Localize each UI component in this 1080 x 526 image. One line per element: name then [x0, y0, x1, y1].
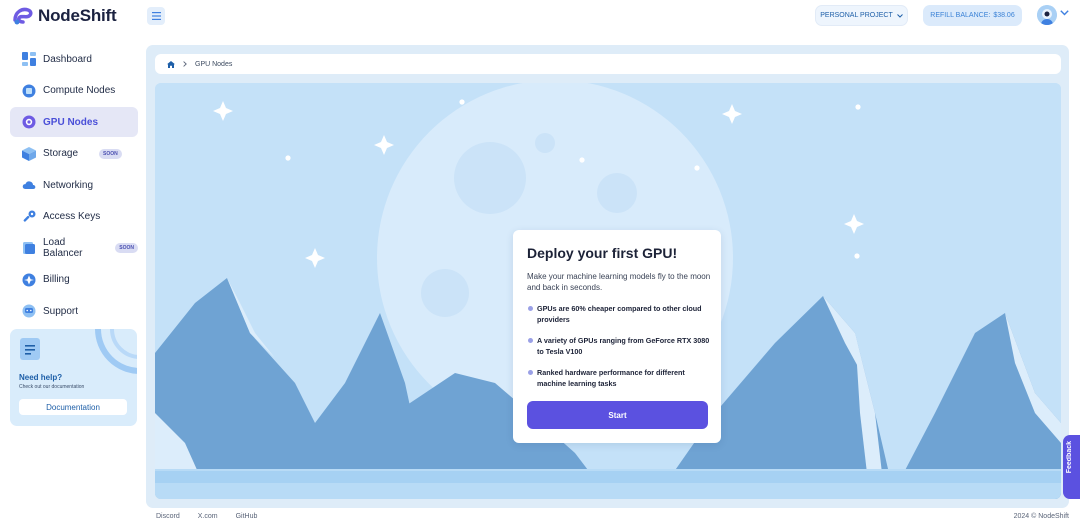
deploy-gpu-card: Deploy your first GPU! Make your machine… — [513, 230, 721, 443]
sidebar-item-label: GPU Nodes — [43, 116, 99, 128]
footer-link-discord[interactable]: Discord — [156, 513, 180, 520]
help-subtitle: Check out our documentation — [19, 384, 85, 390]
chevron-down-icon — [896, 13, 903, 18]
feature-bullet: A variety of GPUs ranging from GeForce R… — [527, 335, 711, 357]
sidebar-item-gpu-nodes[interactable]: GPU Nodes — [10, 107, 138, 137]
user-avatar-icon — [1037, 5, 1057, 25]
sidebar-item-support[interactable]: Support — [10, 296, 138, 326]
billing-coin-icon — [22, 273, 36, 286]
soon-badge: SOON — [115, 243, 138, 253]
account-chevron-down-icon[interactable] — [1060, 10, 1069, 16]
document-icon — [20, 338, 40, 360]
help-card: Need help? Check out our documentation D… — [10, 329, 137, 426]
cloud-icon — [22, 181, 36, 189]
sidebar-item-dashboard[interactable]: Dashboard — [10, 44, 138, 74]
support-chat-icon — [22, 304, 36, 318]
project-name: PERSONAL PROJECT — [820, 12, 893, 19]
hamburger-icon — [151, 12, 161, 20]
sidebar-item-access-keys[interactable]: Access Keys — [10, 202, 138, 232]
footer-link-x[interactable]: X.com — [198, 513, 218, 520]
feedback-label: Feedback — [1066, 441, 1073, 474]
menu-toggle-button[interactable] — [147, 7, 165, 25]
help-title: Need help? — [19, 373, 63, 382]
feature-bullet: GPUs are 60% cheaper compared to other c… — [527, 303, 711, 325]
cpu-chip-icon — [22, 84, 36, 97]
home-icon[interactable] — [167, 60, 175, 68]
hero-banner: Deploy your first GPU! Make your machine… — [155, 83, 1061, 499]
avatar[interactable] — [1037, 5, 1057, 25]
sidebar-item-billing[interactable]: Billing — [10, 265, 138, 295]
card-description: Make your machine learning models fly to… — [527, 272, 711, 292]
key-icon — [23, 210, 36, 222]
start-button[interactable]: Start — [527, 401, 708, 429]
footer-copyright: 2024 © NodeShift — [1013, 513, 1069, 520]
sidebar-item-networking[interactable]: Networking — [10, 170, 138, 200]
sidebar-item-label: Networking — [43, 179, 94, 191]
sidebar-item-load-balancer[interactable]: Load Balancer SOON — [10, 233, 138, 263]
sidebar-item-label: Load Balancer — [43, 237, 83, 259]
feature-bullet: Ranked hardware performance for differen… — [527, 367, 711, 389]
sidebar: NodeShift Dashboard Compute Nodes GPU No… — [0, 0, 146, 526]
card-title: Deploy your first GPU! — [527, 245, 678, 261]
sidebar-item-label: Support — [43, 305, 79, 317]
footer-links: Discord X.com GitHub — [156, 513, 257, 520]
sidebar-item-label: Dashboard — [43, 53, 92, 65]
main-content: GPU Nodes Deploy your first GPU! Make yo… — [146, 45, 1069, 508]
nodeshift-logo-icon — [13, 7, 33, 25]
sidebar-item-compute-nodes[interactable]: Compute Nodes — [10, 76, 138, 106]
refill-balance-button[interactable]: REFILL BALANCE: $38.06 — [923, 5, 1022, 26]
sidebar-item-storage[interactable]: Storage SOON — [10, 139, 138, 169]
sidebar-item-label: Compute Nodes — [43, 85, 116, 96]
gpu-icon — [22, 115, 36, 129]
storage-cube-icon — [22, 146, 36, 161]
balance-label: REFILL BALANCE: — [930, 12, 991, 19]
documentation-button[interactable]: Documentation — [19, 399, 127, 415]
feedback-tab[interactable]: Feedback — [1063, 435, 1080, 499]
sidebar-nav: Dashboard Compute Nodes GPU Nodes Storag… — [10, 44, 138, 328]
chevron-right-icon — [183, 61, 187, 67]
breadcrumb: GPU Nodes — [155, 54, 1061, 74]
soon-badge: SOON — [99, 148, 122, 159]
brand-name: NodeShift — [38, 6, 117, 25]
sidebar-item-label: Access Keys — [43, 211, 101, 222]
balance-value: $38.06 — [993, 12, 1015, 19]
project-selector[interactable]: PERSONAL PROJECT — [815, 5, 908, 26]
sidebar-item-label: Storage — [43, 148, 79, 159]
breadcrumb-current: GPU Nodes — [195, 60, 233, 68]
dashboard-icon — [22, 52, 36, 66]
load-balancer-icon — [23, 242, 35, 254]
logo[interactable]: NodeShift — [12, 6, 117, 26]
footer-link-github[interactable]: GitHub — [236, 513, 258, 520]
sidebar-item-label: Billing — [43, 274, 70, 285]
